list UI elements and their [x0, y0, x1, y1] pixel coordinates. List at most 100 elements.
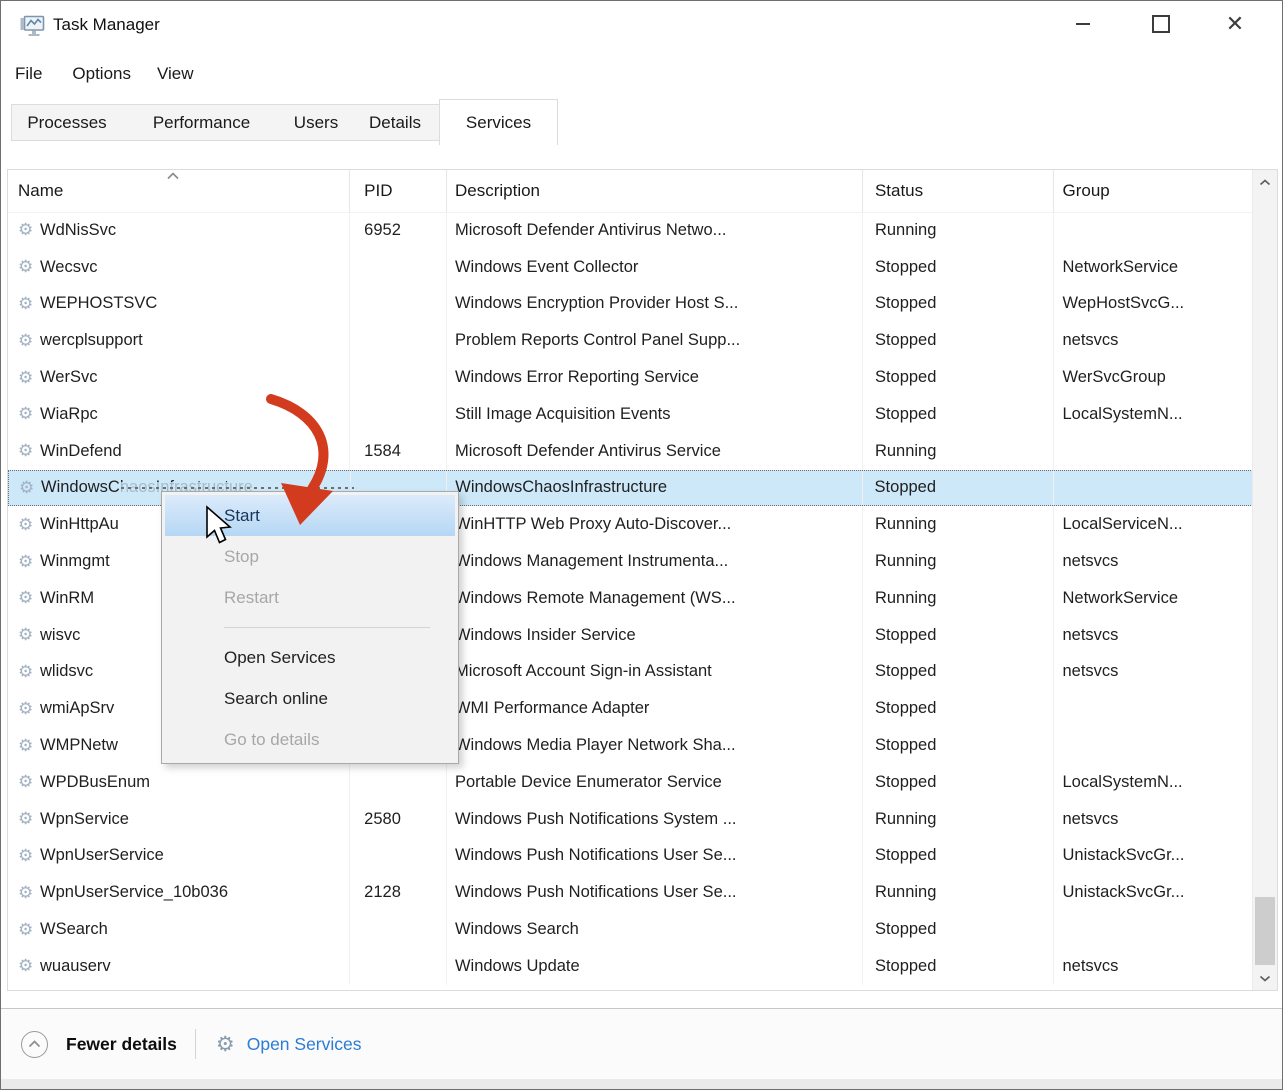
tab-processes[interactable]: Processes [11, 104, 123, 141]
service-group: netsvcs [1054, 654, 1253, 691]
scroll-up-button[interactable] [1253, 172, 1277, 192]
service-gear-icon: ⚙ [18, 809, 40, 829]
fewer-details-button[interactable] [21, 1031, 48, 1058]
service-description: Windows Remote Management (WS... [447, 580, 863, 617]
service-status: Stopped [863, 249, 1055, 286]
service-status: Running [863, 543, 1055, 580]
table-row[interactable]: ⚙WpnUserServiceWindows Push Notification… [8, 838, 1253, 875]
open-services-link[interactable]: Open Services [247, 1034, 362, 1055]
menu-file[interactable]: File [15, 64, 42, 84]
tab-details[interactable]: Details [351, 104, 440, 141]
service-group [1054, 212, 1253, 249]
service-gear-icon: ⚙ [18, 883, 40, 903]
service-status: Running [863, 433, 1055, 470]
menu-bar: File Options View [1, 53, 194, 95]
scrollbar-thumb[interactable] [1255, 897, 1275, 965]
service-pid [350, 249, 447, 286]
table-row[interactable]: ⚙WEPHOSTSVCWindows Encryption Provider H… [8, 286, 1253, 323]
service-group: LocalServiceN... [1054, 506, 1253, 543]
menu-separator [224, 627, 430, 628]
column-header-description[interactable]: Description [447, 170, 863, 212]
context-menu-item-start[interactable]: Start [165, 495, 455, 536]
service-gear-icon: ⚙ [18, 588, 40, 608]
service-name: ⚙WPDBusEnum [8, 764, 350, 801]
context-menu-item-go-to-details: Go to details [162, 719, 458, 760]
service-gear-icon: ⚙ [18, 331, 40, 351]
service-status: Running [863, 874, 1055, 911]
service-status: Stopped [863, 286, 1055, 323]
service-name: ⚙WSearch [8, 911, 350, 948]
service-name: ⚙WpnService [8, 801, 350, 838]
table-row[interactable]: ⚙wercplsupportProblem Reports Control Pa… [8, 322, 1253, 359]
close-icon: ✕ [1226, 13, 1244, 35]
table-row[interactable]: ⚙WinDefend1584Microsoft Defender Antivir… [8, 433, 1253, 470]
chevron-down-icon [1259, 975, 1271, 982]
service-description: Windows Search [447, 911, 863, 948]
column-header-pid[interactable]: PID [350, 170, 447, 212]
title-bar: Task Manager ✕ [1, 1, 1282, 51]
chevron-up-icon [1259, 179, 1271, 186]
maximize-button[interactable] [1132, 1, 1190, 47]
service-description: Windows Event Collector [447, 249, 863, 286]
close-button[interactable]: ✕ [1206, 1, 1264, 47]
service-gear-icon: ⚙ [18, 662, 40, 682]
service-gear-icon: ⚙ [18, 552, 40, 572]
service-gear-icon: ⚙ [18, 772, 40, 792]
service-description: Microsoft Account Sign-in Assistant [447, 654, 863, 691]
service-pid: 2580 [350, 801, 447, 838]
table-row[interactable]: ⚙WSearchWindows SearchStopped [8, 911, 1253, 948]
service-group [1054, 727, 1253, 764]
service-group: NetworkService [1054, 249, 1253, 286]
service-description: Windows Push Notifications User Se... [447, 838, 863, 875]
service-description: Windows Encryption Provider Host S... [447, 286, 863, 323]
vertical-scrollbar[interactable] [1252, 170, 1277, 990]
service-gear-icon: ⚙ [19, 478, 41, 498]
service-status: Stopped [863, 690, 1055, 727]
column-header-name[interactable]: Name [8, 170, 350, 212]
tab-users[interactable]: Users [281, 104, 352, 141]
maximize-icon [1152, 15, 1170, 33]
table-row[interactable]: ⚙WdNisSvc6952Microsoft Defender Antiviru… [8, 212, 1253, 249]
context-menu-item-open-services[interactable]: Open Services [162, 637, 458, 678]
service-name: ⚙Wecsvc [8, 249, 350, 286]
context-menu-item-search-online[interactable]: Search online [162, 678, 458, 719]
table-row[interactable]: ⚙WerSvcWindows Error Reporting ServiceSt… [8, 359, 1253, 396]
service-gear-icon: ⚙ [18, 220, 40, 240]
service-group [1054, 433, 1253, 470]
footer-bar: Fewer details ⚙ Open Services [1, 1008, 1282, 1079]
window-title: Task Manager [53, 15, 160, 35]
task-manager-window: Task Manager ✕ File Options View Processes… [0, 0, 1283, 1090]
table-row[interactable]: ⚙Wecsvc Windows Event CollectorStoppedNet… [8, 249, 1253, 286]
sort-ascending-icon [166, 172, 180, 180]
service-status: Running [863, 801, 1055, 838]
tab-performance[interactable]: Performance [122, 104, 282, 141]
service-name: ⚙WdNisSvc [8, 212, 350, 249]
fewer-details-label[interactable]: Fewer details [66, 1034, 177, 1055]
service-name: ⚙WpnUserService_10b036 [8, 874, 350, 911]
minimize-button[interactable] [1054, 1, 1112, 47]
tab-bar: ProcessesPerformanceUsersDetailsServices [1, 97, 1282, 145]
scroll-down-button[interactable] [1253, 968, 1277, 988]
table-row[interactable]: ⚙WiaRpcStill Image Acquisition EventsSto… [8, 396, 1253, 433]
service-status: Stopped [863, 359, 1055, 396]
service-group: UnistackSvcGr... [1054, 838, 1253, 875]
service-group: netsvcs [1054, 617, 1253, 654]
menu-options[interactable]: Options [72, 64, 131, 84]
table-row[interactable]: ⚙WPDBusEnumPortable Device Enumerator Se… [8, 764, 1253, 801]
service-group: UnistackSvcGr... [1054, 874, 1253, 911]
service-name: ⚙WinDefend [8, 433, 350, 470]
service-description: Still Image Acquisition Events [447, 396, 863, 433]
column-header-group[interactable]: Group [1054, 170, 1253, 212]
service-pid [350, 948, 447, 985]
menu-view[interactable]: View [157, 64, 194, 84]
footer-divider [195, 1029, 196, 1059]
table-row[interactable]: ⚙WpnService2580Windows Push Notification… [8, 801, 1253, 838]
service-description: Problem Reports Control Panel Supp... [447, 322, 863, 359]
table-row[interactable]: ⚙WpnUserService_10b0362128Windows Push N… [8, 874, 1253, 911]
service-description: Microsoft Defender Antivirus Netwo... [447, 212, 863, 249]
table-row[interactable]: ⚙wuauservWindows UpdateStoppednetsvcs [8, 948, 1253, 985]
service-gear-icon: ⚙ [18, 257, 40, 277]
column-header-status[interactable]: Status [863, 170, 1055, 212]
context-menu: StartStopRestartOpen ServicesSearch onli… [161, 491, 459, 764]
tab-services[interactable]: Services [439, 99, 558, 145]
